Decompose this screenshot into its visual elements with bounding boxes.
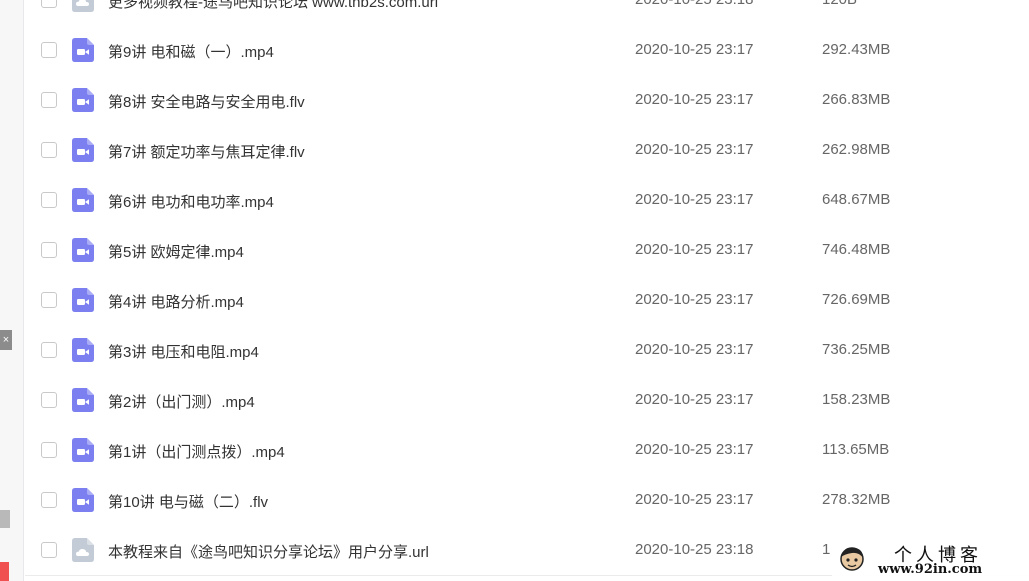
sidebar-tab[interactable] <box>0 510 10 528</box>
video-file-icon <box>72 238 94 262</box>
row-checkbox[interactable] <box>41 192 57 208</box>
file-date: 2020-10-25 23:17 <box>635 41 754 58</box>
link-file-icon <box>72 538 94 562</box>
file-name[interactable]: 第3讲 电压和电阻.mp4 <box>108 341 259 362</box>
file-date: 2020-10-25 23:17 <box>635 391 754 408</box>
row-checkbox[interactable] <box>41 92 57 108</box>
file-name[interactable]: 第1讲（出门测点拨）.mp4 <box>108 441 285 462</box>
video-file-icon <box>72 438 94 462</box>
left-sidebar: × <box>0 0 24 581</box>
file-row[interactable]: 更多视频教程-途鸟吧知识论坛 www.tnb2s.com.url 2020-10-… <box>25 0 1029 25</box>
row-checkbox[interactable] <box>41 42 57 58</box>
video-file-icon <box>72 188 94 212</box>
file-row[interactable]: 第7讲 额定功率与焦耳定律.flv 2020-10-25 23:17 262.98M… <box>25 125 1029 175</box>
file-date: 2020-10-25 23:18 <box>635 0 753 8</box>
file-name[interactable]: 第10讲 电与磁（二）.flv <box>108 491 268 512</box>
file-size: 120B <box>822 0 857 8</box>
file-row[interactable]: 第3讲 电压和电阻.mp4 2020-10-25 23:17 736.25MB <box>25 325 1029 375</box>
file-name[interactable]: 第8讲 安全电路与安全用电.flv <box>108 91 305 112</box>
file-size: 648.67MB <box>822 191 891 208</box>
row-checkbox[interactable] <box>41 0 57 8</box>
file-size: 726.69MB <box>822 291 891 308</box>
video-file-icon <box>72 88 94 112</box>
row-checkbox[interactable] <box>41 342 57 358</box>
file-row[interactable]: 第9讲 电和磁（一）.mp4 2020-10-25 23:17 292.43MB <box>25 25 1029 75</box>
file-name[interactable]: 第2讲（出门测）.mp4 <box>108 391 255 412</box>
file-name[interactable]: 更多视频教程-途鸟吧知识论坛 www.tnb2s.com.url <box>108 0 438 12</box>
video-file-icon <box>72 388 94 412</box>
row-checkbox[interactable] <box>41 442 57 458</box>
file-size: 278.32MB <box>822 491 891 508</box>
file-size: 1 <box>822 541 831 558</box>
notification-tab[interactable] <box>0 562 9 581</box>
file-name[interactable]: 第9讲 电和磁（一）.mp4 <box>108 41 274 62</box>
file-date: 2020-10-25 23:17 <box>635 491 754 508</box>
row-checkbox[interactable] <box>41 392 57 408</box>
file-date: 2020-10-25 23:17 <box>635 441 754 458</box>
file-date: 2020-10-25 23:17 <box>635 141 754 158</box>
avatar-logo-icon <box>840 547 864 571</box>
file-row[interactable]: 第8讲 安全电路与安全用电.flv 2020-10-25 23:17 266.83M… <box>25 75 1029 125</box>
video-file-icon <box>72 288 94 312</box>
file-name[interactable]: 第7讲 额定功率与焦耳定律.flv <box>108 141 305 162</box>
file-date: 2020-10-25 23:17 <box>635 291 754 308</box>
file-row[interactable]: 第4讲 电路分析.mp4 2020-10-25 23:17 726.69MB <box>25 275 1029 325</box>
file-list: 更多视频教程-途鸟吧知识论坛 www.tnb2s.com.url 2020-10-… <box>25 0 1029 575</box>
video-file-icon <box>72 338 94 362</box>
row-checkbox[interactable] <box>41 142 57 158</box>
file-row[interactable]: 第1讲（出门测点拨）.mp4 2020-10-25 23:17 113.65MB <box>25 425 1029 475</box>
file-date: 2020-10-25 23:17 <box>635 191 754 208</box>
file-row[interactable]: 第10讲 电与磁（二）.flv 2020-10-25 23:17 278.32MB <box>25 475 1029 525</box>
file-size: 736.25MB <box>822 341 891 358</box>
watermark: 个人博客 www.92in.com <box>832 539 1029 581</box>
file-size: 746.48MB <box>822 241 891 258</box>
link-file-icon <box>72 0 94 12</box>
close-icon[interactable]: × <box>0 330 12 350</box>
file-date: 2020-10-25 23:17 <box>635 341 754 358</box>
file-date: 2020-10-25 23:17 <box>635 241 754 258</box>
file-name[interactable]: 第6讲 电功和电功率.mp4 <box>108 191 274 212</box>
video-file-icon <box>72 138 94 162</box>
row-checkbox[interactable] <box>41 242 57 258</box>
file-size: 113.65MB <box>822 441 890 458</box>
file-name[interactable]: 第4讲 电路分析.mp4 <box>108 291 244 312</box>
file-row[interactable]: 第2讲（出门测）.mp4 2020-10-25 23:17 158.23MB <box>25 375 1029 425</box>
file-date: 2020-10-25 23:18 <box>635 541 754 558</box>
video-file-icon <box>72 38 94 62</box>
file-row[interactable]: 第5讲 欧姆定律.mp4 2020-10-25 23:17 746.48MB <box>25 225 1029 275</box>
file-size: 158.23MB <box>822 391 891 408</box>
file-size: 292.43MB <box>822 41 891 58</box>
video-file-icon <box>72 488 94 512</box>
file-name[interactable]: 本教程来自《途鸟吧知识分享论坛》用户分享.url <box>108 541 429 562</box>
row-checkbox[interactable] <box>41 492 57 508</box>
watermark-url: www.92in.com <box>878 562 983 577</box>
file-row[interactable]: 第6讲 电功和电功率.mp4 2020-10-25 23:17 648.67MB <box>25 175 1029 225</box>
file-name[interactable]: 第5讲 欧姆定律.mp4 <box>108 241 244 262</box>
file-size: 262.98MB <box>822 141 891 158</box>
row-checkbox[interactable] <box>41 542 57 558</box>
file-date: 2020-10-25 23:17 <box>635 91 754 108</box>
file-size: 266.83MB <box>822 91 891 108</box>
row-checkbox[interactable] <box>41 292 57 308</box>
